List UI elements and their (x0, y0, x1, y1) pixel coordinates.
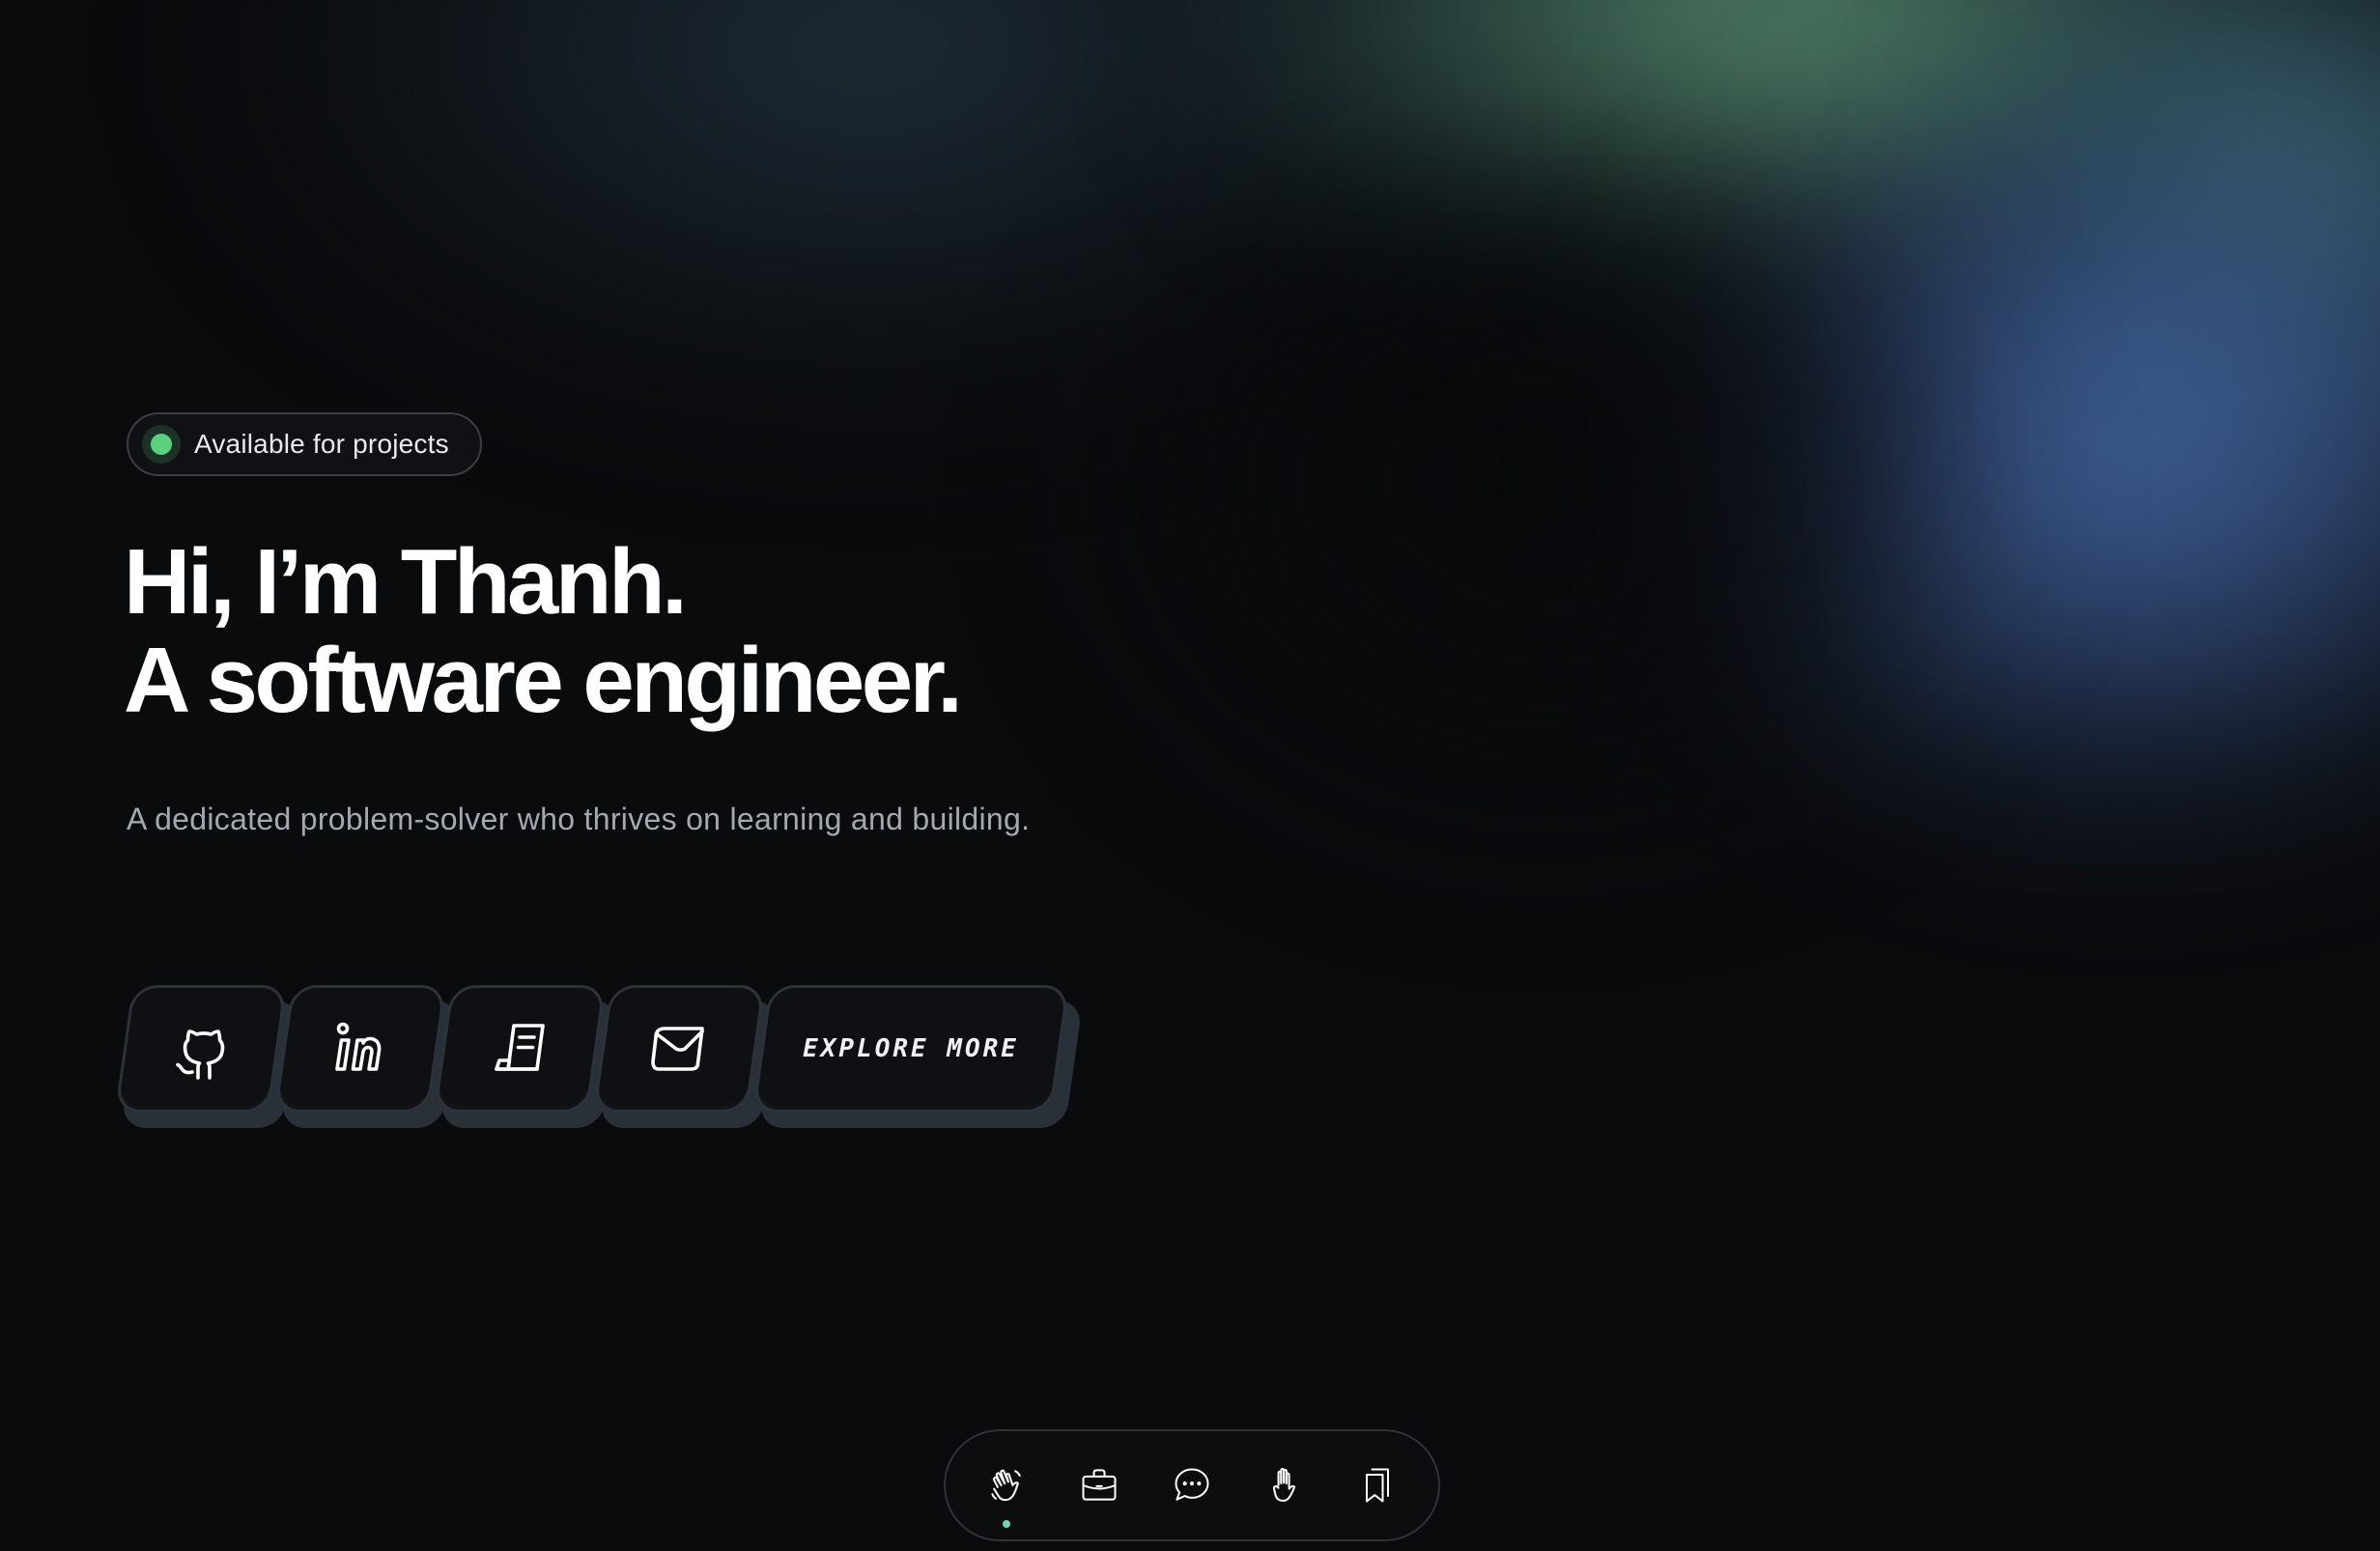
explore-more-button[interactable]: EXPLORE MORE (751, 985, 1084, 1128)
email-button[interactable] (592, 985, 779, 1128)
raised-hand-icon (1272, 1468, 1296, 1502)
status-dot (151, 434, 172, 455)
availability-label: Available for projects (194, 429, 449, 459)
mail-icon (651, 1027, 704, 1071)
hero-role: A software engineer. (124, 629, 963, 732)
action-keys: EXPLORE MORE (114, 985, 1090, 1130)
dock-item-contact[interactable] (1169, 1462, 1215, 1509)
hero-greeting: Hi, I’m Thanh. (124, 530, 688, 634)
hero-subtitle: A dedicated problem-solver who thrives o… (127, 802, 1031, 836)
active-indicator (1003, 1520, 1010, 1528)
github-icon (176, 1029, 225, 1080)
dock-item-work[interactable] (1076, 1462, 1122, 1509)
availability-badge: Available for projects (127, 412, 482, 476)
linkedin-icon (335, 1022, 382, 1071)
bottom-dock (944, 1429, 1440, 1541)
wave-hand-icon (991, 1469, 1021, 1502)
explore-more-label: EXPLORE MORE (803, 1034, 1019, 1063)
hero-headline: Hi, I’m Thanh. A software engineer. (124, 530, 963, 732)
resume-scroll-icon (495, 1024, 545, 1071)
briefcase-icon (1082, 1469, 1117, 1501)
dock-item-bookmarks[interactable] (1354, 1462, 1401, 1509)
dock-item-hello[interactable] (983, 1462, 1030, 1528)
github-button[interactable] (114, 985, 301, 1128)
page: Available for projects Hi, I’m Thanh. A … (0, 0, 2380, 1551)
resume-button[interactable] (433, 985, 620, 1128)
aurora-background (0, 0, 2380, 1551)
bookmarks-icon (1365, 1468, 1390, 1503)
status-dot-ring (142, 425, 181, 464)
linkedin-button[interactable] (273, 985, 461, 1128)
chat-bubble-icon (1175, 1468, 1209, 1501)
dock-item-about[interactable] (1261, 1462, 1308, 1509)
